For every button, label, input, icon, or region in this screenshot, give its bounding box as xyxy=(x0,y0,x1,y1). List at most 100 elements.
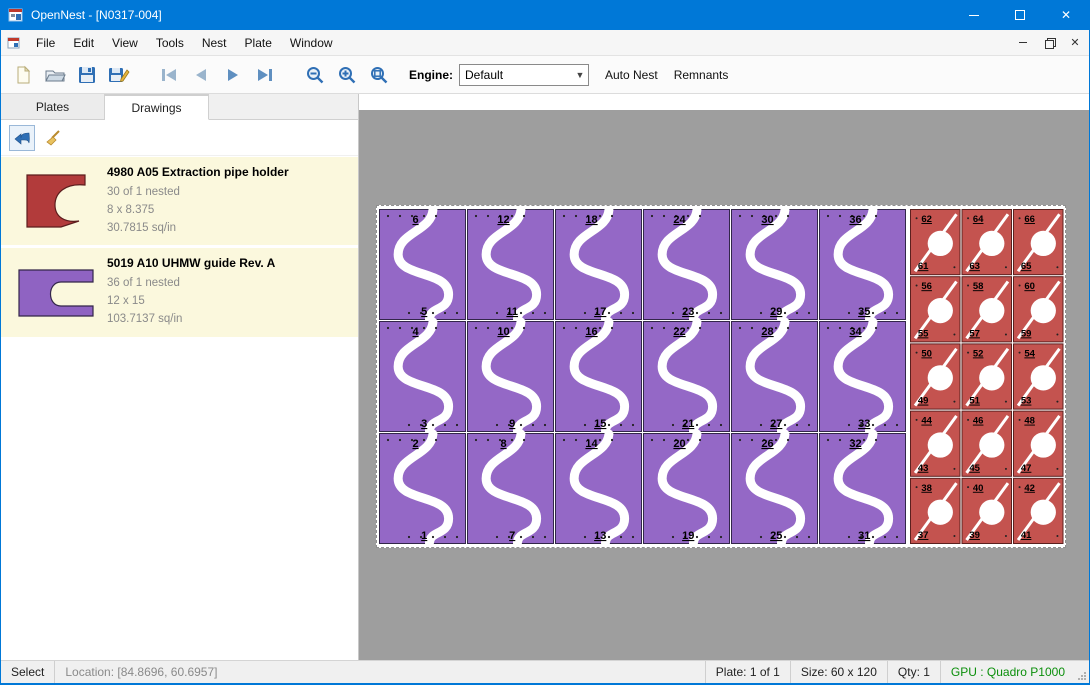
mdi-restore-button[interactable] xyxy=(1037,33,1061,53)
nested-part-pair-red[interactable]: 48 47 xyxy=(1014,411,1064,476)
svg-text:17: 17 xyxy=(594,306,606,318)
tab-drawings[interactable]: Drawings xyxy=(105,94,209,120)
nested-part-pair-red[interactable]: 42 41 xyxy=(1014,478,1064,543)
previous-plate-button[interactable] xyxy=(185,60,217,90)
drawing-size: 12 x 15 xyxy=(107,293,352,311)
nested-part-pair-red[interactable]: 66 65 xyxy=(1014,210,1064,275)
mdi-close-icon: ✕ xyxy=(1070,36,1079,49)
clear-button[interactable] xyxy=(41,125,67,151)
nested-part-pair-purple[interactable]: 30 29 xyxy=(732,210,818,320)
svg-text:3: 3 xyxy=(421,418,427,430)
nest-layout: 6 5 12 11 18 17 24 23 30 29 36 xyxy=(377,206,1065,547)
close-button[interactable]: ✕ xyxy=(1043,0,1089,30)
nested-part-pair-purple[interactable]: 28 27 xyxy=(732,322,818,432)
menu-plate[interactable]: Plate xyxy=(236,30,281,56)
nested-part-pair-purple[interactable]: 4 3 xyxy=(380,322,466,432)
next-arrow-icon xyxy=(224,67,242,83)
last-plate-button[interactable] xyxy=(249,60,281,90)
zoom-in-button[interactable] xyxy=(331,60,363,90)
svg-text:23: 23 xyxy=(682,306,694,318)
nested-part-pair-purple[interactable]: 18 17 xyxy=(556,210,642,320)
canvas-background[interactable]: 6 5 12 11 18 17 24 23 30 29 36 xyxy=(359,110,1089,660)
nested-part-pair-red[interactable]: 62 61 xyxy=(911,210,961,275)
svg-text:18: 18 xyxy=(585,214,597,226)
minimize-button[interactable] xyxy=(951,0,997,30)
svg-text:20: 20 xyxy=(673,438,685,450)
nested-part-pair-red[interactable]: 44 43 xyxy=(911,411,961,476)
menu-view[interactable]: View xyxy=(103,30,147,56)
nested-part-pair-purple[interactable]: 34 33 xyxy=(820,322,906,432)
first-plate-button[interactable] xyxy=(153,60,185,90)
drawing-item-5019[interactable]: 5019 A10 UHMW guide Rev. A 36 of 1 neste… xyxy=(1,248,358,336)
open-button[interactable] xyxy=(39,60,71,90)
nested-part-pair-purple[interactable]: 32 31 xyxy=(820,434,906,544)
svg-text:66: 66 xyxy=(1024,214,1035,225)
maximize-icon xyxy=(1015,10,1025,20)
nested-part-pair-purple[interactable]: 14 13 xyxy=(556,434,642,544)
nested-part-pair-red[interactable]: 46 45 xyxy=(962,411,1012,476)
nested-part-pair-purple[interactable]: 10 9 xyxy=(468,322,554,432)
auto-nest-button[interactable]: Auto Nest xyxy=(605,68,658,82)
plate[interactable]: 6 5 12 11 18 17 24 23 30 29 36 xyxy=(376,205,1066,548)
nested-part-pair-purple[interactable]: 36 35 xyxy=(820,210,906,320)
tab-plates[interactable]: Plates xyxy=(1,94,105,119)
svg-text:38: 38 xyxy=(921,483,932,494)
svg-text:42: 42 xyxy=(1024,483,1035,494)
nested-part-pair-purple[interactable]: 2 1 xyxy=(380,434,466,544)
zoom-fit-button[interactable] xyxy=(363,60,395,90)
nested-part-pair-red[interactable]: 60 59 xyxy=(1014,277,1064,342)
drawing-size: 8 x 8.375 xyxy=(107,202,352,220)
save-button[interactable] xyxy=(71,60,103,90)
nested-part-pair-red[interactable]: 50 49 xyxy=(911,344,961,409)
new-button[interactable] xyxy=(7,60,39,90)
drawing-area: 103.7137 sq/in xyxy=(107,311,352,329)
maximize-button[interactable] xyxy=(997,0,1043,30)
nested-part-pair-red[interactable]: 38 37 xyxy=(911,478,961,543)
remnants-button[interactable]: Remnants xyxy=(674,68,729,82)
resize-grip[interactable] xyxy=(1075,661,1089,683)
zoom-out-button[interactable] xyxy=(299,60,331,90)
next-plate-button[interactable] xyxy=(217,60,249,90)
nested-part-pair-purple[interactable]: 20 19 xyxy=(644,434,730,544)
svg-text:30: 30 xyxy=(761,214,773,226)
nested-part-pair-purple[interactable]: 26 25 xyxy=(732,434,818,544)
svg-text:11: 11 xyxy=(506,306,518,318)
zoom-fit-icon xyxy=(369,65,389,85)
svg-text:45: 45 xyxy=(969,463,980,474)
chevron-down-icon: ▼ xyxy=(572,70,588,80)
menu-window[interactable]: Window xyxy=(281,30,342,56)
nested-part-pair-purple[interactable]: 12 11 xyxy=(468,210,554,320)
svg-text:19: 19 xyxy=(682,530,694,542)
svg-text:25: 25 xyxy=(770,530,782,542)
menu-file[interactable]: File xyxy=(27,30,64,56)
nested-part-pair-purple[interactable]: 24 23 xyxy=(644,210,730,320)
menu-tools[interactable]: Tools xyxy=(147,30,193,56)
svg-text:31: 31 xyxy=(858,530,870,542)
mdi-minimize-button[interactable] xyxy=(1011,33,1035,53)
svg-text:40: 40 xyxy=(973,483,984,494)
engine-select[interactable]: Default ▼ xyxy=(459,64,589,86)
nested-part-pair-purple[interactable]: 6 5 xyxy=(380,210,466,320)
send-to-nest-button[interactable] xyxy=(9,125,35,151)
mdi-close-button[interactable]: ✕ xyxy=(1063,33,1087,53)
nested-part-pair-purple[interactable]: 8 7 xyxy=(468,434,554,544)
nested-part-pair-purple[interactable]: 16 15 xyxy=(556,322,642,432)
svg-text:27: 27 xyxy=(770,418,782,430)
drawing-item-4980[interactable]: 4980 A05 Extraction pipe holder 30 of 1 … xyxy=(1,157,358,245)
nested-part-pair-red[interactable]: 40 39 xyxy=(962,478,1012,543)
menu-edit[interactable]: Edit xyxy=(64,30,103,56)
mdi-restore-icon xyxy=(1045,38,1054,47)
nested-part-pair-red[interactable]: 56 55 xyxy=(911,277,961,342)
previous-arrow-icon xyxy=(192,67,210,83)
nested-part-pair-red[interactable]: 58 57 xyxy=(962,277,1012,342)
svg-text:12: 12 xyxy=(497,214,509,226)
nest-canvas[interactable]: 6 5 12 11 18 17 24 23 30 29 36 xyxy=(359,94,1089,660)
save-as-button[interactable] xyxy=(103,60,135,90)
svg-text:22: 22 xyxy=(673,326,685,338)
menu-nest[interactable]: Nest xyxy=(193,30,236,56)
nested-part-pair-purple[interactable]: 22 21 xyxy=(644,322,730,432)
nested-part-pair-red[interactable]: 54 53 xyxy=(1014,344,1064,409)
zoom-out-icon xyxy=(305,65,325,85)
nested-part-pair-red[interactable]: 52 51 xyxy=(962,344,1012,409)
nested-part-pair-red[interactable]: 64 63 xyxy=(962,210,1012,275)
